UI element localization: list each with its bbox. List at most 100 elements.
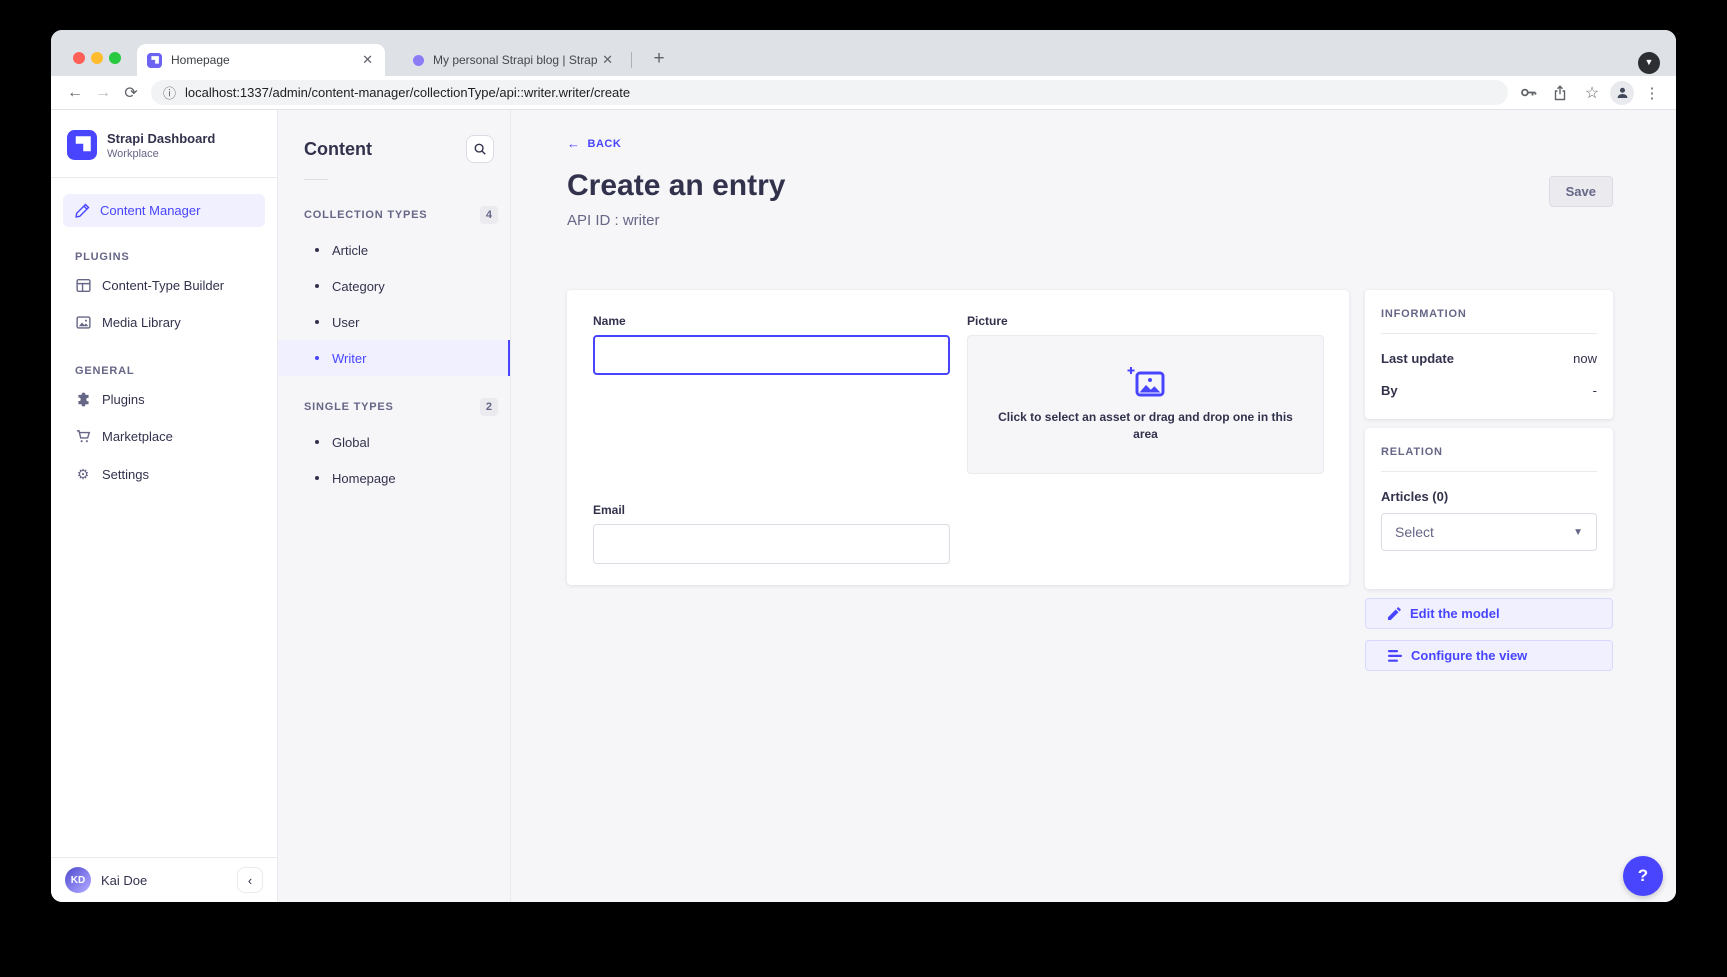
minimize-window-button[interactable] (91, 52, 103, 64)
tab-search-button[interactable]: ▼ (1638, 52, 1660, 74)
sidebar-item-marketplace[interactable]: Marketplace (51, 418, 277, 455)
search-button[interactable] (466, 135, 494, 163)
close-window-button[interactable] (73, 52, 85, 64)
collection-types-count-badge: 4 (480, 206, 498, 224)
sidebar-item-content-type-builder[interactable]: Content-Type Builder (51, 267, 277, 304)
sidebar-item-label: Marketplace (102, 429, 173, 444)
panel-divider (1381, 471, 1597, 472)
information-header: INFORMATION (1381, 308, 1597, 320)
url-text[interactable]: localhost:1337/admin/content-manager/col… (185, 85, 630, 100)
search-icon (473, 142, 487, 156)
url-bar[interactable]: ⓘ localhost:1337/admin/content-manager/c… (151, 80, 1508, 105)
site-info-icon[interactable]: ⓘ (163, 83, 176, 102)
select-placeholder: Select (1395, 524, 1434, 540)
sidebar-item-content-manager[interactable]: Content Manager (63, 194, 265, 227)
sidebar-section-general: GENERAL (75, 365, 253, 377)
subnav-item-label: Article (332, 243, 368, 258)
media-image-icon (75, 315, 91, 330)
collapse-sidebar-button[interactable]: ‹ (237, 867, 263, 893)
tab-strapi-blog[interactable]: My personal Strapi blog | Strap ✕ (403, 44, 625, 76)
user-name: Kai Doe (101, 873, 147, 888)
name-input[interactable] (593, 335, 950, 375)
email-input[interactable] (593, 524, 950, 564)
configure-view-button[interactable]: Configure the view (1365, 640, 1613, 671)
chevron-down-icon: ▼ (1573, 527, 1583, 538)
info-label: Last update (1381, 351, 1454, 366)
name-label: Name (593, 314, 950, 328)
back-button[interactable]: ← (61, 84, 89, 102)
tab-separator (631, 52, 632, 68)
workspace-brand[interactable]: Strapi Dashboard Workplace (51, 110, 277, 178)
picture-label: Picture (967, 314, 1324, 328)
user-avatar[interactable]: KD (65, 867, 91, 893)
sidebar-item-label: Plugins (102, 392, 145, 407)
info-row-by: By - (1381, 383, 1597, 398)
puzzle-icon (75, 392, 91, 407)
subnav-item-article[interactable]: Article (278, 232, 510, 268)
share-icon[interactable] (1546, 79, 1574, 107)
back-link[interactable]: ← BACK (567, 136, 1613, 151)
configure-lines-icon (1388, 650, 1402, 662)
password-key-icon[interactable] (1514, 79, 1542, 107)
bullet-icon (315, 356, 319, 360)
sidebar-item-label: Media Library (102, 315, 181, 330)
maximize-window-button[interactable] (109, 52, 121, 64)
browser-menu-icon[interactable]: ⋮ (1638, 79, 1666, 107)
sidebar-item-media-library[interactable]: Media Library (51, 304, 277, 341)
subnav-item-global[interactable]: Global (278, 424, 510, 460)
forward-button[interactable]: → (89, 84, 117, 102)
layout-grid-icon (75, 278, 91, 293)
tab-strip: Homepage ✕ My personal Strapi blog | Str… (51, 30, 1676, 76)
api-id-subtitle: API ID : writer (567, 212, 1613, 229)
subnav-item-writer[interactable]: Writer (278, 340, 510, 376)
back-arrow-icon: ← (567, 136, 581, 151)
cart-icon (75, 429, 91, 444)
single-types-count-badge: 2 (480, 398, 498, 416)
information-panel: INFORMATION Last update now By - (1365, 290, 1613, 419)
user-row: KD Kai Doe ‹ (51, 857, 277, 902)
articles-relation-label: Articles (0) (1381, 489, 1597, 504)
info-label: By (1381, 383, 1398, 398)
subnav-item-user[interactable]: User (278, 304, 510, 340)
picture-upload-dropzone[interactable]: Click to select an asset or drag and dro… (967, 335, 1324, 474)
new-tab-button[interactable]: + (645, 45, 673, 73)
bookmark-star-icon[interactable]: ☆ (1578, 79, 1606, 107)
save-button[interactable]: Save (1549, 176, 1613, 207)
upload-hint-text: Click to select an asset or drag and dro… (991, 409, 1301, 444)
strapi-logo-icon (67, 130, 97, 160)
brand-title: Strapi Dashboard (107, 131, 215, 146)
close-tab-icon[interactable]: ✕ (600, 52, 615, 68)
close-tab-icon[interactable]: ✕ (360, 52, 375, 68)
info-row-last-update: Last update now (1381, 351, 1597, 366)
add-image-icon (1127, 366, 1165, 399)
subnav-item-label: User (332, 315, 359, 330)
tab-title: Homepage (171, 53, 360, 67)
reload-button[interactable]: ⟳ (117, 83, 145, 103)
sidebar-item-settings[interactable]: ⚙ Settings (51, 455, 277, 494)
browser-window: Homepage ✕ My personal Strapi blog | Str… (51, 30, 1676, 902)
relation-header: RELATION (1381, 446, 1597, 458)
subnav-item-label: Writer (332, 351, 366, 366)
blog-favicon-icon (413, 55, 424, 66)
sidebar-item-plugins[interactable]: Plugins (51, 381, 277, 418)
edit-model-button[interactable]: Edit the model (1365, 598, 1613, 629)
subnav-item-homepage[interactable]: Homepage (278, 460, 510, 496)
back-label: BACK (588, 138, 622, 150)
subnav-item-label: Category (332, 279, 385, 294)
articles-select[interactable]: Select ▼ (1381, 513, 1597, 551)
browser-profile-avatar[interactable] (1610, 81, 1634, 105)
sidebar-item-label: Settings (102, 467, 149, 482)
subnav-divider (304, 179, 328, 180)
info-value: now (1573, 351, 1597, 366)
strapi-favicon-icon (147, 53, 162, 68)
gear-icon: ⚙ (75, 466, 91, 483)
subnav-item-category[interactable]: Category (278, 268, 510, 304)
email-field-group: Email (593, 503, 950, 564)
content-subnav: Content COLLECTION TYPES 4 Article Categ… (278, 110, 511, 902)
picture-field-group: Picture Click to select an asset or drag… (967, 314, 1324, 474)
bullet-icon (315, 476, 319, 480)
bullet-icon (315, 284, 319, 288)
name-field-group: Name (593, 314, 950, 474)
tab-homepage[interactable]: Homepage ✕ (137, 44, 385, 76)
help-button[interactable]: ? (1623, 856, 1663, 896)
